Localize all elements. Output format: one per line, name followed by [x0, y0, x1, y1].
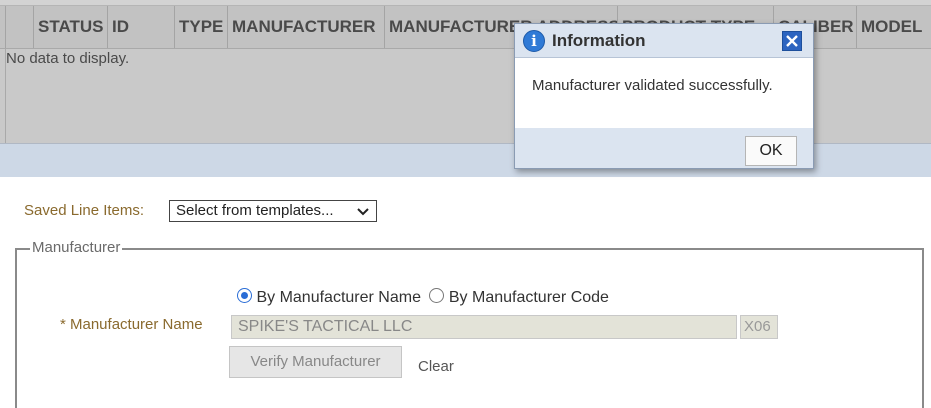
radio-by-code[interactable]	[429, 288, 445, 303]
manufacturer-legend: Manufacturer	[30, 239, 123, 256]
radio-by-name[interactable]	[237, 288, 252, 303]
column-status[interactable]: STATUS	[33, 6, 107, 48]
column-manufacturer[interactable]: MANUFACTURER	[227, 6, 384, 48]
chevron-down-icon	[356, 201, 370, 226]
saved-line-items-select[interactable]: Select from templates...	[169, 200, 377, 222]
saved-line-items-label: Saved Line Items:	[24, 202, 145, 219]
info-icon: i	[523, 30, 545, 52]
dialog-message: Manufacturer validated successfully.	[532, 77, 773, 94]
column-id[interactable]: ID	[107, 6, 174, 48]
close-icon[interactable]	[782, 31, 802, 51]
dialog-title-bar[interactable]: i Information	[515, 24, 813, 58]
radio-by-code-label[interactable]: By Manufacturer Code	[449, 289, 609, 306]
verify-manufacturer-button[interactable]: Verify Manufacturer	[229, 346, 402, 378]
manufacturer-search-mode: By Manufacturer Name By Manufacturer Cod…	[237, 288, 609, 307]
manufacturer-name-field[interactable]: SPIKE'S TACTICAL LLC	[231, 315, 737, 339]
grid-select-column	[5, 6, 6, 48]
column-model[interactable]: MODEL	[856, 6, 931, 48]
information-dialog: i Information Manufacturer validated suc…	[514, 23, 814, 169]
column-type[interactable]: TYPE	[174, 6, 227, 48]
dialog-title: Information	[552, 31, 646, 50]
manufacturer-code-field[interactable]: X06	[740, 315, 778, 339]
grid-empty-message: No data to display.	[6, 50, 130, 67]
dialog-footer: OK	[515, 128, 813, 168]
radio-by-name-label[interactable]: By Manufacturer Name	[256, 289, 421, 306]
ok-button[interactable]: OK	[745, 136, 797, 166]
manufacturer-name-label: * Manufacturer Name	[60, 316, 203, 333]
clear-link[interactable]: Clear	[418, 358, 454, 375]
saved-line-items-value: Select from templates...	[176, 202, 334, 219]
